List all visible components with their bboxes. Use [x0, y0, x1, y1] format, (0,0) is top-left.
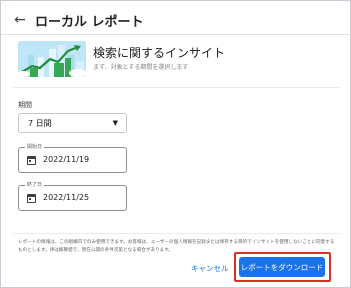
content-divider [13, 87, 340, 88]
page-title: ローカル レポート [35, 14, 144, 30]
dialog: ← ローカル レポート 検索に関するインサイト まず、対象とする期間を選択します… [0, 0, 351, 288]
end-date-field[interactable]: 終了日 2022/11/25 [18, 181, 127, 211]
insight-illustration [18, 41, 86, 77]
dialog-header: ← ローカル レポート [11, 9, 144, 31]
insight-title: 検索に関するインサイト [93, 46, 226, 60]
calendar-icon [27, 156, 36, 165]
period-select-value: 7 日間 [28, 118, 52, 128]
end-date-value: 2022/11/25 [43, 193, 90, 202]
end-date-label: 終了日 [25, 181, 45, 190]
arrow-left-icon[interactable]: ← [11, 11, 29, 29]
calendar-icon [27, 194, 36, 203]
period-select[interactable]: 7 日間 ▼ [18, 113, 127, 133]
start-date-label: 開始日 [25, 143, 45, 152]
footer-divider [13, 233, 340, 234]
caret-down-icon: ▼ [112, 119, 118, 127]
insight-subtitle: まず、対象とする期間を選択します [93, 64, 189, 71]
download-report-button[interactable]: レポートをダウンロード [239, 257, 325, 277]
cancel-button[interactable]: キャンセル [191, 259, 229, 277]
start-date-value: 2022/11/19 [43, 155, 90, 164]
start-date-field[interactable]: 開始日 2022/11/19 [18, 143, 127, 173]
header-divider [1, 34, 351, 35]
period-label: 期間 [18, 101, 32, 109]
